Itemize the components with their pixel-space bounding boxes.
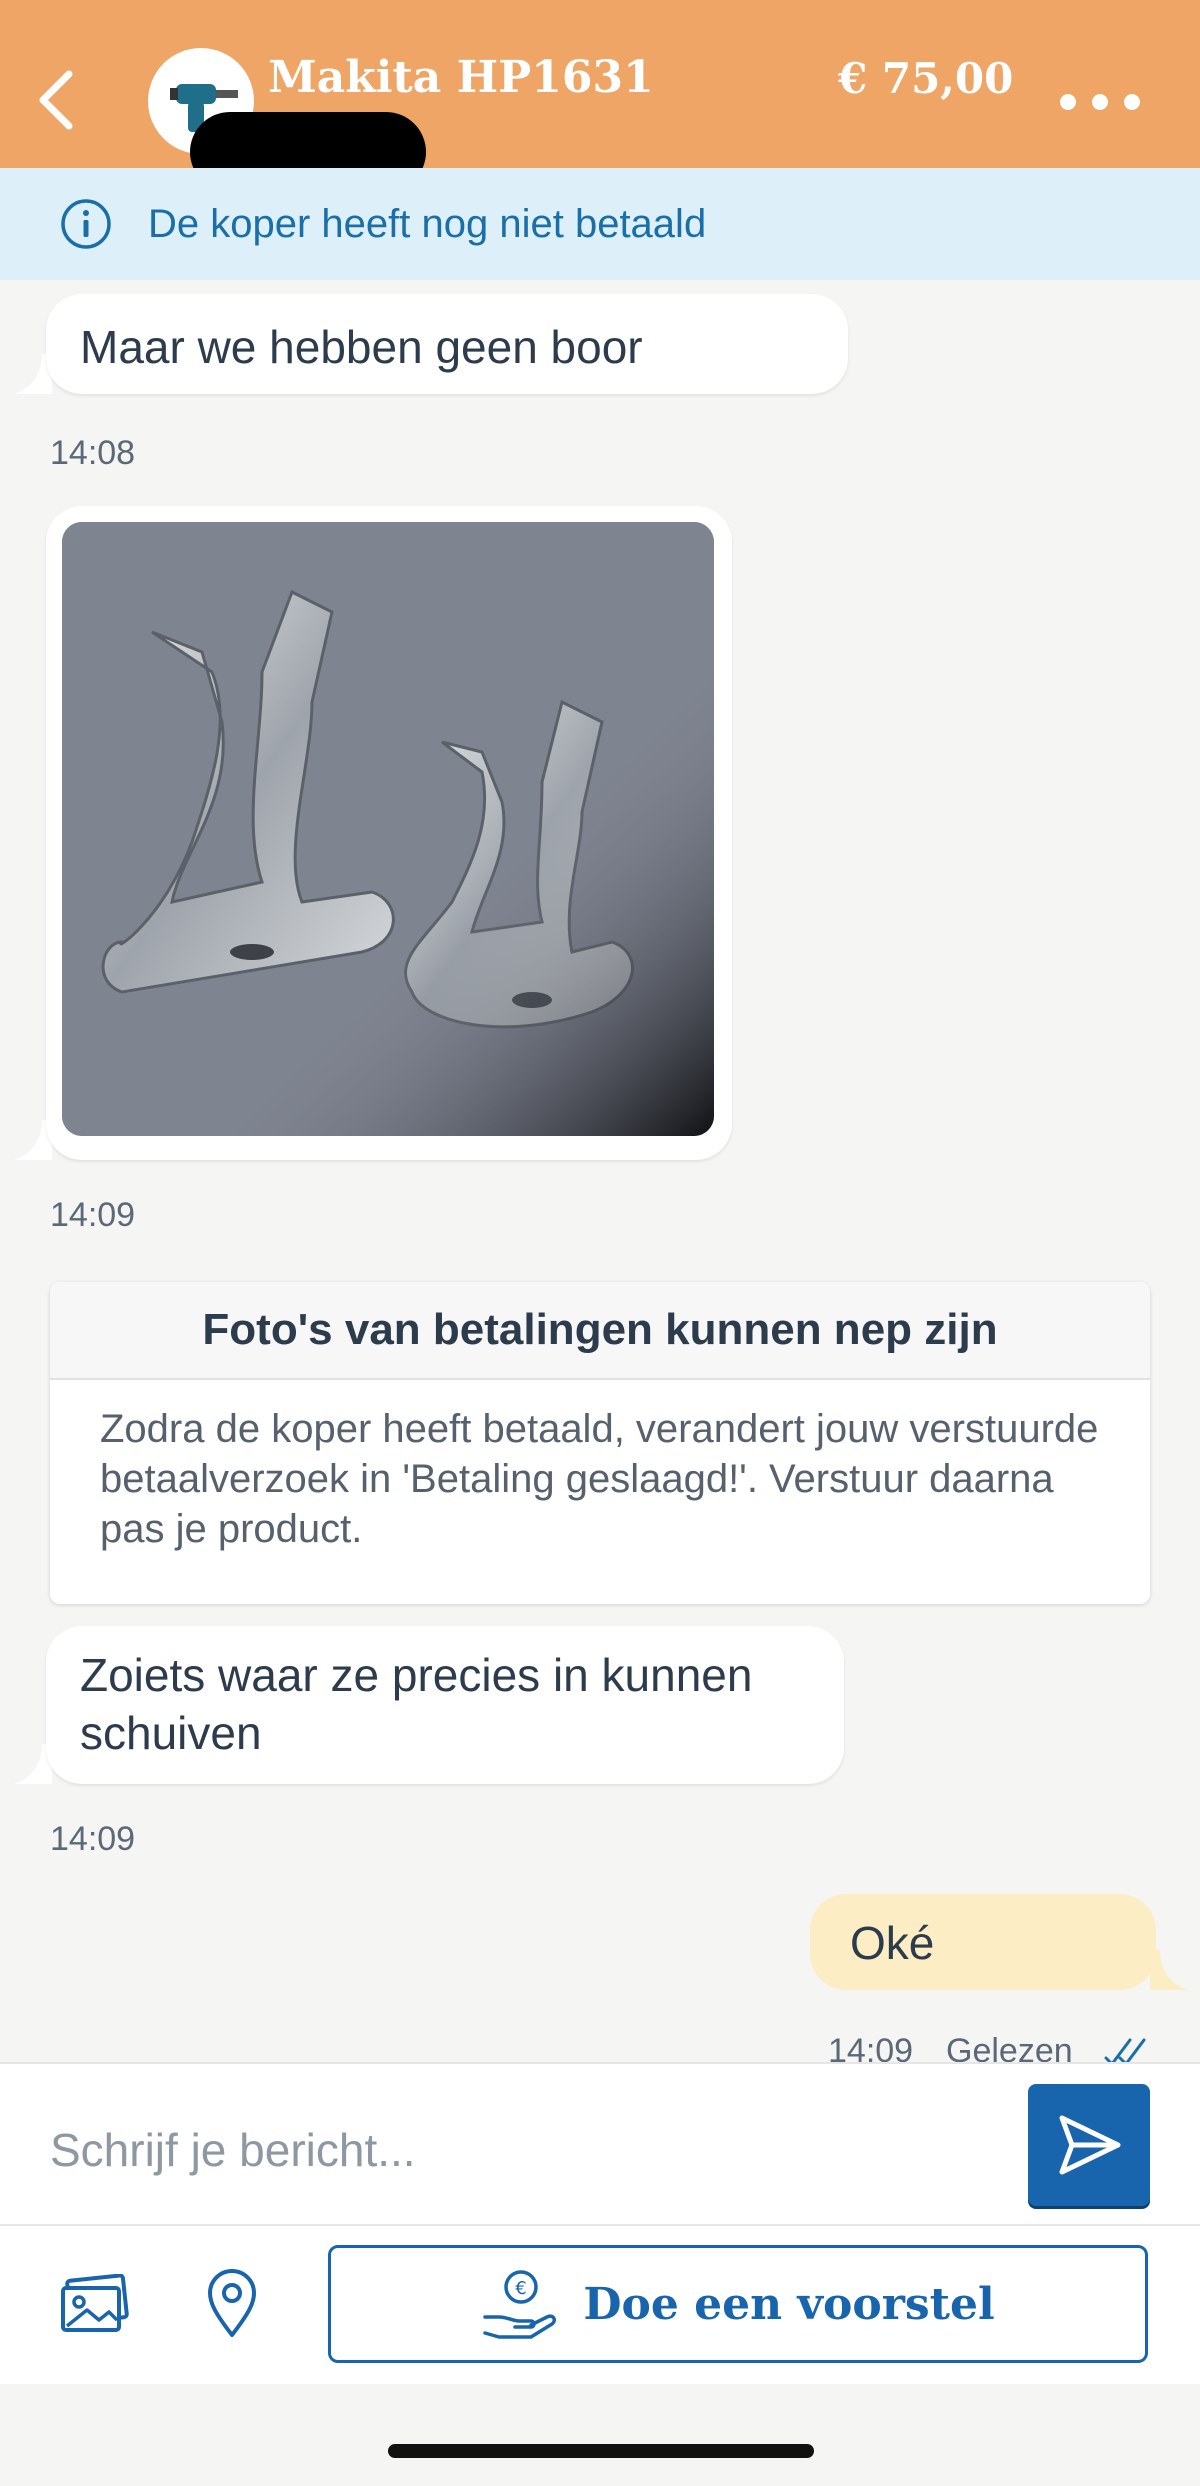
bubble-tail [1150,1950,1188,1990]
info-icon [61,199,111,249]
message-bubble-incoming[interactable]: Zoiets waar ze precies in kunnen schuive… [46,1626,844,1784]
svg-text:€: € [516,2278,527,2299]
more-dots-icon [1060,94,1076,110]
photo-metal-clips [62,522,714,1136]
more-dot [1124,94,1140,110]
message-text: Maar we hebben geen boor [80,321,643,373]
location-pin-icon [208,2269,256,2337]
listing-price: € 75,00 [838,54,1014,103]
home-indicator[interactable] [388,2444,814,2458]
message-input[interactable] [50,2110,990,2190]
message-time: 14:09 [50,1820,136,1858]
payment-warning-card: Foto's van betalingen kunnen nep zijn Zo… [50,1282,1150,1604]
send-button[interactable] [1028,2084,1150,2206]
back-button[interactable] [20,60,90,140]
photo-button[interactable] [54,2264,134,2344]
message-bubble-outgoing[interactable]: Oké [810,1894,1156,1990]
banner-text: De koper heeft nog niet betaald [148,202,707,246]
message-text: Zoiets waar ze precies in kunnen schuive… [80,1649,753,1759]
hand-coin-icon: € [483,2270,557,2339]
more-options-button[interactable] [1060,80,1140,124]
shared-photo[interactable] [62,522,714,1136]
make-offer-button[interactable]: € Doe een voorstel [328,2245,1148,2363]
message-time: 14:08 [50,434,136,472]
warning-body: Zodra de koper heeft betaald, verandert … [100,1407,1099,1551]
chevron-left-icon [39,70,73,130]
message-bubble-incoming[interactable]: Maar we hebben geen boor [46,294,848,394]
send-icon [1059,2115,1121,2175]
more-dot [1092,94,1108,110]
make-offer-label: Doe een voorstel [583,2278,995,2330]
warning-title: Foto's van betalingen kunnen nep zijn [50,1282,1150,1380]
photo-icon [61,2274,129,2332]
listing-title[interactable]: Makita HP1631 [268,52,654,103]
location-button[interactable] [192,2264,272,2344]
message-time: 14:09 [50,1196,136,1234]
message-text: Oké [850,1917,935,1969]
